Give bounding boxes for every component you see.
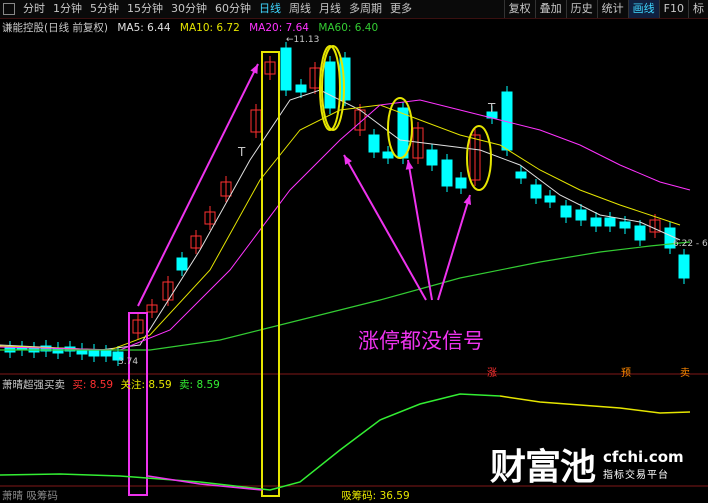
indicator-yellow-line [499, 395, 691, 414]
logo-right: cfchi.com 指标交易平台 [603, 448, 684, 481]
bottom-indicator-title: 萧晴 吸筹码 [2, 490, 58, 502]
annotation-arrow [343, 154, 427, 301]
candlestick [544, 195, 556, 203]
ma60-line [0, 241, 691, 351]
main-chart-header: 谦能控股(日线 前复权) MA5: 6.44 MA10: 6.72 MA20: … [2, 20, 378, 35]
ma5-value: MA5: 6.44 [117, 22, 171, 34]
indicator-green-line [0, 393, 501, 491]
candlestick [88, 349, 100, 357]
candlestick [324, 61, 336, 109]
logo-chinese: 财富池 [490, 447, 596, 488]
candlestick [426, 149, 438, 166]
indicator-header: 萧晴超强买卖 买: 8.59 关注: 8.59 卖: 8.59 [2, 377, 220, 392]
candlestick [455, 177, 467, 189]
candlestick [530, 184, 542, 199]
candlestick [560, 205, 572, 218]
candlestick [590, 217, 602, 227]
candlestick [634, 225, 646, 241]
candlestick [604, 217, 616, 227]
ma20-value: MA20: 7.64 [249, 22, 309, 34]
annotation-text: 涨停都没信号 [358, 329, 484, 353]
candlestick [441, 159, 453, 187]
indicator-guanzhu: 关注: 8.59 [120, 379, 172, 391]
candlestick [100, 350, 112, 357]
candlestick [397, 107, 409, 159]
indicator-buy: 买: 8.59 [72, 379, 114, 391]
signal-mai: 卖 [680, 368, 690, 379]
doji-mark: T [237, 145, 246, 159]
candlestick [619, 221, 631, 229]
candlestick-chart[interactable]: T T ←11.13 3.74 6.22 - 6 [0, 0, 708, 501]
ma60-value: MA60: 6.40 [318, 22, 379, 34]
highlight-box-yellow [261, 51, 280, 497]
stock-title: 谦能控股(日线 前复权) [2, 22, 109, 34]
candlestick [515, 171, 527, 179]
bottom-indicator-value: 吸筹码: 36.59 [341, 490, 410, 502]
signal-yu: 预 [621, 368, 631, 379]
candlestick [295, 84, 307, 93]
ma10-value: MA10: 6.72 [179, 22, 240, 34]
arrow-head [405, 160, 414, 170]
watermark-logo: 财富池 cfchi.com 指标交易平台 [490, 438, 684, 490]
annotation-arrow [137, 63, 259, 307]
ma20-line [0, 99, 691, 351]
candlestick [368, 134, 380, 153]
arrow-head [463, 195, 472, 205]
logo-domain: cfchi.com [603, 447, 684, 466]
logo-tagline: 指标交易平台 [603, 469, 670, 481]
annotation-arrow [437, 194, 471, 301]
candlestick [382, 151, 394, 159]
candlestick [575, 209, 587, 221]
price-right-label: 6.22 - 6 [673, 239, 708, 249]
ma10-line [0, 104, 681, 351]
annotation-arrow [407, 159, 433, 301]
price-high-label: ←11.13 [286, 35, 319, 45]
price-low-label: 3.74 [118, 357, 138, 367]
doji-mark: T [487, 101, 496, 115]
signal-zhang: 涨 [487, 368, 497, 379]
candlestick [280, 47, 292, 91]
candlestick [678, 254, 690, 279]
candlestick [176, 257, 188, 271]
indicator-sell: 卖: 8.59 [179, 379, 220, 391]
indicator-title: 萧晴超强买卖 [2, 379, 65, 391]
